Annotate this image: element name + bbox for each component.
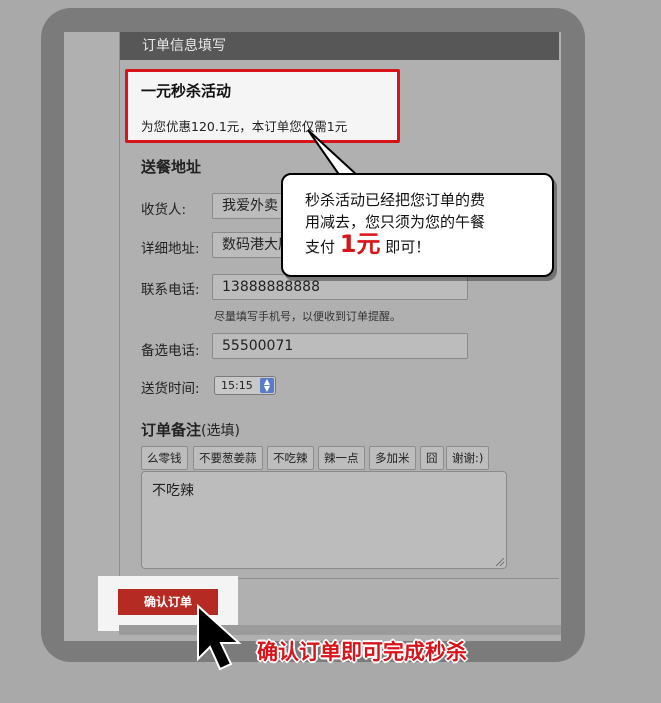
notes-textarea[interactable]: 不吃辣: [141, 471, 507, 569]
promo-title: 一元秒杀活动: [141, 82, 232, 100]
bubble-line-3-post: 即可！: [385, 238, 431, 256]
resize-grip-icon[interactable]: [496, 558, 504, 566]
notes-subtitle: (选填): [201, 423, 240, 439]
bubble-line-3-pre: 支付: [305, 238, 336, 256]
chip-no-change[interactable]: 么零钱: [141, 446, 188, 470]
bubble-line-3: 支付 1元 即可！: [305, 230, 537, 258]
delivery-time-select[interactable]: 15:15 ▲ ▼: [214, 376, 276, 395]
address-section-title: 送餐地址: [141, 158, 202, 176]
notes-title: 订单备注: [141, 421, 202, 439]
address-label: 详细地址:: [141, 241, 200, 257]
receiver-label: 收货人:: [141, 202, 187, 218]
callout-text: 确认订单即可完成秒杀: [257, 640, 467, 664]
chip-no-onion-ginger-garlic[interactable]: 不要葱姜蒜: [193, 446, 263, 470]
chip-more-spicy[interactable]: 辣一点: [318, 446, 365, 470]
alt-phone-label: 备选电话:: [141, 343, 200, 359]
chip-jiong[interactable]: 囧: [420, 446, 444, 470]
chip-thanks[interactable]: 谢谢:): [446, 446, 490, 470]
notes-section-title: 订单备注(选填): [141, 419, 240, 440]
bubble-line-1: 秒杀活动已经把您订单的费: [305, 191, 486, 209]
chip-no-spicy[interactable]: 不吃辣: [267, 446, 314, 470]
bubble-price: 1元: [339, 230, 381, 258]
stepper-arrows-icon: ▲ ▼: [260, 378, 274, 393]
phone-hint: 尽量填写手机号，以便收到订单提醒。: [214, 310, 401, 323]
panel-header: 订单信息填写: [120, 32, 559, 60]
delivery-time-label: 送货时间:: [141, 381, 200, 397]
phone-field[interactable]: 13888888888: [212, 274, 468, 300]
bottom-strip: [119, 625, 561, 635]
bubble-text: 秒杀活动已经把您订单的费 用减去，您只须为您的午餐 支付 1元 即可！: [305, 189, 537, 258]
speech-bubble: 秒杀活动已经把您订单的费 用减去，您只须为您的午餐 支付 1元 即可！: [281, 173, 554, 277]
arrow-cursor-icon: [197, 603, 242, 671]
phone-label: 联系电话:: [141, 282, 200, 298]
delivery-time-value: 15:15: [221, 379, 253, 392]
notes-text: 不吃辣: [152, 483, 194, 499]
chip-more-rice[interactable]: 多加米: [369, 446, 416, 470]
alt-phone-field[interactable]: 55500071: [212, 333, 468, 359]
